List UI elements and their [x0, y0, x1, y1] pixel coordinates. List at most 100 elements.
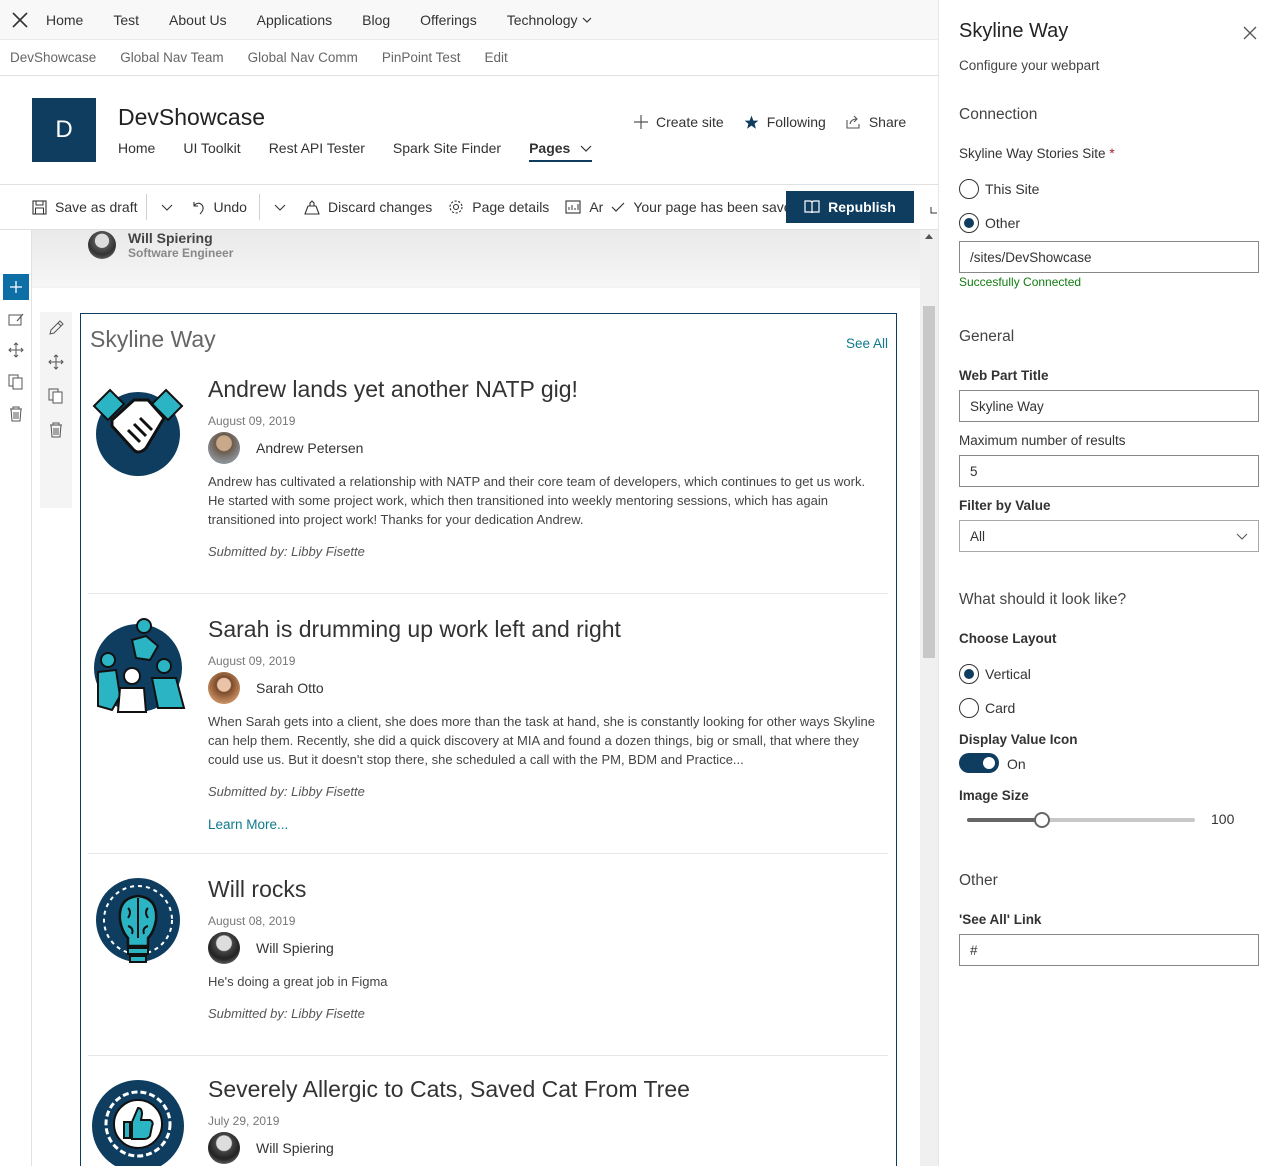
site-link-ui-toolkit[interactable]: UI Toolkit [183, 140, 240, 162]
avatar [208, 672, 240, 704]
scrollbar-thumb[interactable] [923, 306, 935, 658]
radio-other[interactable]: Other [959, 213, 1020, 233]
site-link-pages[interactable]: Pages [529, 140, 593, 162]
hub-link-devshowcase[interactable]: DevShowcase [10, 50, 96, 65]
move-icon[interactable] [48, 354, 64, 370]
story-title[interactable]: Severely Allergic to Cats, Saved Cat Fro… [208, 1076, 690, 1103]
save-as-draft-button[interactable]: Save as draft [32, 199, 138, 215]
nav-test[interactable]: Test [113, 12, 139, 28]
undo-options-dropdown[interactable] [274, 201, 286, 213]
chevron-down-icon [1236, 533, 1248, 540]
radio-circle [959, 179, 979, 199]
award-thumbs-up-icon [92, 1080, 184, 1166]
webpart-toolbar [40, 312, 72, 508]
see-all-link-input[interactable]: # [959, 934, 1259, 966]
story-date: August 09, 2019 [208, 414, 296, 428]
following-button[interactable]: Following [744, 114, 826, 130]
pane-subtitle: Configure your webpart [959, 58, 1100, 73]
see-all-link[interactable]: See All [846, 336, 888, 351]
learn-more-link[interactable]: Learn More... [208, 817, 288, 832]
discard-changes-label: Discard changes [327, 199, 433, 215]
republish-label: Republish [828, 199, 896, 215]
undo-button[interactable]: Undo [191, 199, 247, 215]
close-icon[interactable] [1243, 26, 1257, 40]
close-editor-button[interactable] [0, 0, 40, 40]
checkmark-icon [611, 202, 625, 212]
site-url-input[interactable]: /sites/DevShowcase [959, 241, 1259, 273]
nav-technology-label: Technology [506, 11, 578, 28]
webpart-title: Skyline Way [90, 326, 216, 352]
radio-card[interactable]: Card [959, 698, 1015, 718]
skyline-way-webpart[interactable]: Skyline Way See All Andrew lands yet ano… [80, 313, 897, 1166]
site-link-rest-api-tester[interactable]: Rest API Tester [269, 140, 365, 162]
site-logo[interactable]: D [32, 98, 96, 162]
top-navigation: Home Test About Us Applications Blog Off… [0, 0, 938, 40]
story-title[interactable]: Andrew lands yet another NATP gig! [208, 376, 578, 403]
share-button[interactable]: Share [846, 114, 906, 130]
hub-link-global-nav-comm[interactable]: Global Nav Comm [248, 50, 358, 65]
trash-icon[interactable] [48, 422, 64, 438]
page-details-label: Page details [472, 199, 550, 215]
hub-link-global-nav-team[interactable]: Global Nav Team [120, 50, 223, 65]
webpart-title-input[interactable]: Skyline Way [959, 390, 1259, 422]
edit-section-icon[interactable] [8, 312, 24, 328]
max-results-label: Maximum number of results [959, 433, 1126, 448]
canvas-scrollbar[interactable] [920, 230, 938, 1166]
story-person-name: Will Spiering [256, 1140, 334, 1156]
group-other-heading: Other [959, 872, 998, 889]
image-size-slider[interactable] [967, 810, 1195, 828]
nav-blog[interactable]: Blog [362, 12, 390, 28]
radio-circle-selected [959, 664, 979, 684]
analytics-button[interactable]: Ar [565, 199, 603, 215]
story-title[interactable]: Sarah is drumming up work left and right [208, 616, 621, 643]
collapse-pane-icon[interactable] [930, 205, 938, 215]
delete-section-icon[interactable] [8, 406, 24, 422]
duplicate-section-icon[interactable] [8, 374, 24, 390]
nav-home[interactable]: Home [46, 12, 83, 28]
nav-about-us[interactable]: About Us [169, 12, 227, 28]
max-results-input[interactable]: 5 [959, 455, 1259, 487]
nav-applications[interactable]: Applications [257, 12, 333, 28]
site-title[interactable]: DevShowcase [118, 104, 265, 131]
site-link-spark-site-finder[interactable]: Spark Site Finder [393, 140, 501, 162]
site-link-home[interactable]: Home [118, 140, 155, 162]
image-size-value: 100 [1211, 811, 1235, 827]
hub-navigation: DevShowcase Global Nav Team Global Nav C… [0, 40, 938, 76]
display-icon-toggle[interactable] [959, 753, 999, 773]
site-header: D DevShowcase Home UI Toolkit Rest API T… [0, 76, 938, 184]
chevron-down-icon [582, 17, 591, 23]
pencil-icon[interactable] [48, 320, 64, 336]
hub-link-edit[interactable]: Edit [484, 50, 507, 65]
filter-dropdown[interactable]: All [959, 520, 1259, 552]
title-region: Will Spiering Software Engineer [32, 230, 920, 286]
see-all-link-label: 'See All' Link [959, 912, 1042, 927]
avatar [208, 1132, 240, 1164]
duplicate-icon[interactable] [48, 388, 64, 404]
page-details-button[interactable]: Page details [448, 199, 549, 215]
radio-this-site[interactable]: This Site [959, 179, 1039, 199]
republish-button[interactable]: Republish [786, 191, 914, 223]
nav-offerings[interactable]: Offerings [420, 12, 477, 28]
handshake-icon [92, 388, 184, 476]
scroll-up-arrow-icon[interactable] [925, 234, 933, 239]
filter-label: Filter by Value [959, 498, 1051, 513]
star-icon [744, 115, 759, 129]
radio-vertical[interactable]: Vertical [959, 664, 1031, 684]
move-section-icon[interactable] [8, 342, 24, 358]
discard-changes-button[interactable]: Discard changes [304, 199, 432, 215]
add-section-button[interactable] [3, 274, 29, 300]
story-title[interactable]: Will rocks [208, 876, 306, 903]
story-person-name: Andrew Petersen [256, 440, 364, 456]
hub-link-pinpoint-test[interactable]: PinPoint Test [382, 50, 461, 65]
webpart-title-label: Web Part Title [959, 368, 1049, 383]
save-icon [32, 199, 47, 215]
nav-technology[interactable]: Technology [507, 12, 592, 28]
command-bar: Save as draft Undo Discard changes Page … [0, 184, 938, 230]
analytics-icon [565, 200, 581, 214]
story-person: Andrew Petersen [208, 432, 363, 464]
save-options-dropdown[interactable] [161, 201, 173, 213]
create-site-button[interactable]: Create site [634, 114, 724, 130]
radio-circle [959, 698, 979, 718]
save-status-text: Your page has been saved [633, 199, 800, 215]
slider-thumb[interactable] [1034, 812, 1051, 828]
